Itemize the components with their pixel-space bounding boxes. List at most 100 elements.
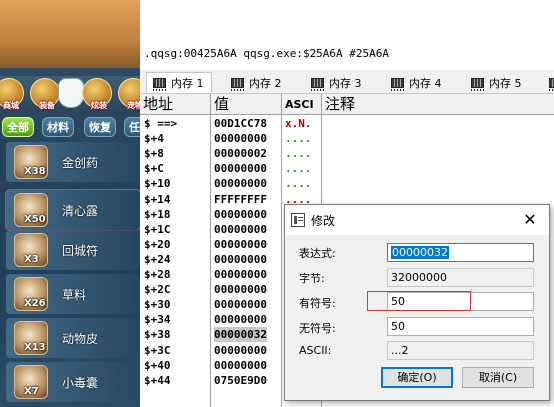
- row-address: $+38: [144, 328, 171, 342]
- tab-all[interactable]: 全部: [2, 117, 34, 137]
- row-value[interactable]: 00000000: [214, 207, 267, 222]
- close-icon[interactable]: ✕: [517, 207, 543, 233]
- unsigned-label: 无符号:: [299, 322, 336, 335]
- row-value[interactable]: 00D1CC78: [214, 116, 267, 131]
- row-address: $+8: [144, 147, 164, 161]
- tab-recovery[interactable]: 恢复: [84, 117, 116, 137]
- tab-memory-3[interactable]: 内存 3: [304, 72, 376, 93]
- dialog-titlebar[interactable]: 修改 ✕: [285, 205, 549, 235]
- item-name: 回城符: [62, 244, 99, 258]
- row-value[interactable]: FFFFFFFF: [214, 192, 267, 207]
- inventory-slot[interactable]: X13 动物皮: [0, 316, 140, 360]
- ok-button[interactable]: 确定(O): [381, 367, 453, 388]
- row-value[interactable]: 00000002: [214, 146, 267, 161]
- item-quantity: X26: [24, 298, 46, 309]
- row-value[interactable]: 00000000: [214, 297, 267, 312]
- memory-row[interactable]: $+10 00000000....: [140, 176, 554, 191]
- column-value[interactable]: 值: [211, 94, 282, 115]
- annotation-red-box: [367, 291, 471, 311]
- tab-materials[interactable]: 材料: [42, 117, 74, 137]
- mall-icon[interactable]: 商城: [0, 78, 24, 110]
- inventory-slot[interactable]: X26 草料: [0, 272, 140, 316]
- fashion-icon[interactable]: 炫装: [82, 78, 112, 110]
- row-address: $+34: [144, 313, 171, 327]
- row-address: $+24: [144, 252, 171, 266]
- memory-chip-icon: [391, 78, 404, 91]
- memory-row[interactable]: $+C 00000000....: [140, 161, 554, 176]
- row-value[interactable]: 00000000: [214, 267, 267, 282]
- row-ascii: ....: [285, 162, 312, 176]
- column-address[interactable]: 地址: [140, 94, 211, 115]
- item-name: 小毒囊: [62, 376, 99, 390]
- row-ascii: ....: [285, 147, 312, 161]
- fashion-label: 炫装: [91, 101, 107, 110]
- memory-chip-icon: [153, 78, 166, 91]
- item-name: 金创药: [62, 156, 99, 170]
- memory-chip-icon: [231, 78, 244, 91]
- row-ascii: ....: [285, 132, 312, 146]
- ascii-label: ASCII:: [299, 344, 332, 357]
- cancel-button[interactable]: 取消(C): [462, 367, 534, 388]
- modify-dialog: 修改 ✕ 表达式: 00000032 字节: 32000000 有符号: 50 …: [284, 204, 550, 401]
- column-comment[interactable]: 注释: [322, 94, 554, 115]
- row-value[interactable]: 00000000: [214, 252, 267, 267]
- tab-memory-1[interactable]: 内存 1: [146, 72, 212, 93]
- inventory-slot[interactable]: X38 金创药: [0, 140, 140, 184]
- row-value[interactable]: 00000000: [214, 237, 267, 252]
- row-address: $+1C: [144, 222, 171, 236]
- row-value[interactable]: 00000000: [214, 282, 267, 297]
- row-address: $+14: [144, 192, 171, 206]
- pet-icon[interactable]: 宠物: [118, 78, 140, 110]
- row-value[interactable]: 0750E9D0: [214, 373, 267, 388]
- inventory-slot[interactable]: X7 小毒囊: [0, 360, 140, 404]
- tab-memory-2[interactable]: 内存 2: [224, 72, 296, 93]
- memory-tab-bar: 内存 1 内存 2 内存 3 内存 4 内存 5: [140, 70, 554, 94]
- row-value[interactable]: 00000000: [214, 222, 267, 237]
- ascii-field: ...2: [387, 341, 534, 360]
- memory-chip-icon: [311, 78, 324, 91]
- expression-input[interactable]: 00000032: [387, 243, 534, 262]
- memory-chip-icon: [549, 78, 554, 91]
- row-ascii: x.N.: [285, 117, 312, 130]
- tab-memory-5[interactable]: 内存 5: [464, 72, 536, 93]
- row-address: $+10: [144, 177, 171, 191]
- tab-memory-more[interactable]: [542, 72, 554, 93]
- row-value[interactable]: 00000000: [214, 358, 267, 373]
- tab-memory-4[interactable]: 内存 4: [384, 72, 456, 93]
- column-ascii[interactable]: ASCI: [282, 94, 322, 115]
- signed-label: 有符号:: [299, 297, 336, 310]
- row-address: $+30: [144, 298, 171, 312]
- row-value[interactable]: 00000000: [214, 161, 267, 176]
- memory-row[interactable]: $+4 00000000....: [140, 131, 554, 146]
- inventory-slot[interactable]: X3 回城符: [0, 228, 140, 272]
- tab-quest[interactable]: 任: [124, 117, 140, 137]
- row-value[interactable]: 00000000: [214, 343, 267, 358]
- row-address: $+2C: [144, 283, 171, 297]
- equipment-icon[interactable]: 装备: [30, 78, 60, 110]
- dialog-title: 修改: [311, 214, 336, 228]
- item-name: 草料: [62, 288, 87, 302]
- memory-row[interactable]: $+8 00000002....: [140, 146, 554, 161]
- item-quantity: X7: [24, 386, 39, 397]
- inventory-slot-selected[interactable]: X50 清心露: [0, 188, 140, 232]
- expression-label: 表达式:: [299, 247, 336, 260]
- bytes-field: 32000000: [387, 268, 534, 287]
- row-ascii: ....: [285, 177, 312, 191]
- memory-row[interactable]: $ ==> 00D1CC78 x.N.: [140, 116, 554, 131]
- game-panel: 商城 装备 炫装 宠物 全部 材料 恢复 任 X38 金创药 X50 清心露 X…: [0, 0, 140, 407]
- pet-label: 宠物: [127, 101, 140, 110]
- item-name: 动物皮: [62, 332, 99, 346]
- row-value[interactable]: 00000000: [214, 176, 267, 191]
- row-value[interactable]: 00000000: [214, 131, 267, 146]
- bytes-label: 字节:: [299, 272, 325, 285]
- row-value[interactable]: 00000032: [214, 327, 267, 343]
- row-address: $+C: [144, 162, 164, 176]
- row-address: $+28: [144, 268, 171, 281]
- row-address: $+44: [144, 373, 171, 387]
- row-value[interactable]: 00000000: [214, 312, 267, 327]
- edit-icon: [291, 213, 305, 227]
- item-quantity: X3: [24, 254, 39, 265]
- unsigned-input[interactable]: 50: [387, 317, 534, 336]
- item-quantity: X50: [24, 214, 46, 225]
- item-name: 清心露: [62, 204, 99, 218]
